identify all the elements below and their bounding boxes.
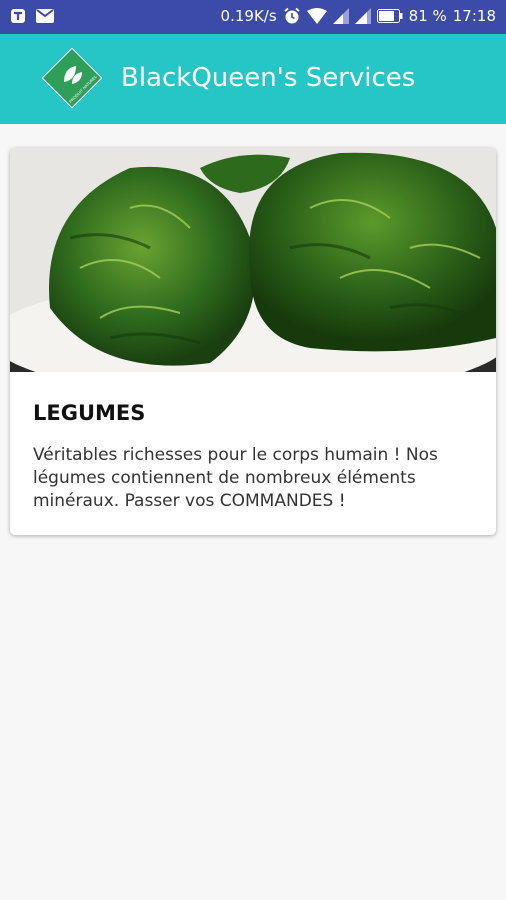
wifi-icon — [306, 8, 327, 24]
category-card-legumes[interactable]: LEGUMES Véritables richesses pour le cor… — [10, 148, 496, 535]
app-logo: PRODUIT NATUREL — [42, 48, 102, 108]
card-title: LEGUMES — [33, 401, 146, 425]
vegetables-image — [10, 148, 496, 372]
status-left-icons — [10, 8, 54, 24]
status-bar: 0.19K/s 81 % 17:18 — [0, 0, 506, 34]
status-right: 0.19K/s 81 % 17:18 — [221, 7, 496, 25]
mail-icon — [36, 9, 54, 23]
app-bar: PRODUIT NATUREL BlackQueen's Services — [0, 34, 506, 124]
app-title: BlackQueen's Services — [121, 63, 416, 93]
network-speed: 0.19K/s — [220, 7, 277, 25]
signal-icon — [354, 8, 371, 24]
battery-level: 81 % — [408, 7, 447, 25]
signal-icon — [332, 8, 349, 24]
alarm-icon — [284, 7, 300, 24]
battery-icon — [376, 9, 403, 23]
vpn-icon — [11, 9, 25, 23]
clock: 17:18 — [452, 7, 496, 25]
card-description: Véritables richesses pour le corps humai… — [33, 445, 438, 511]
